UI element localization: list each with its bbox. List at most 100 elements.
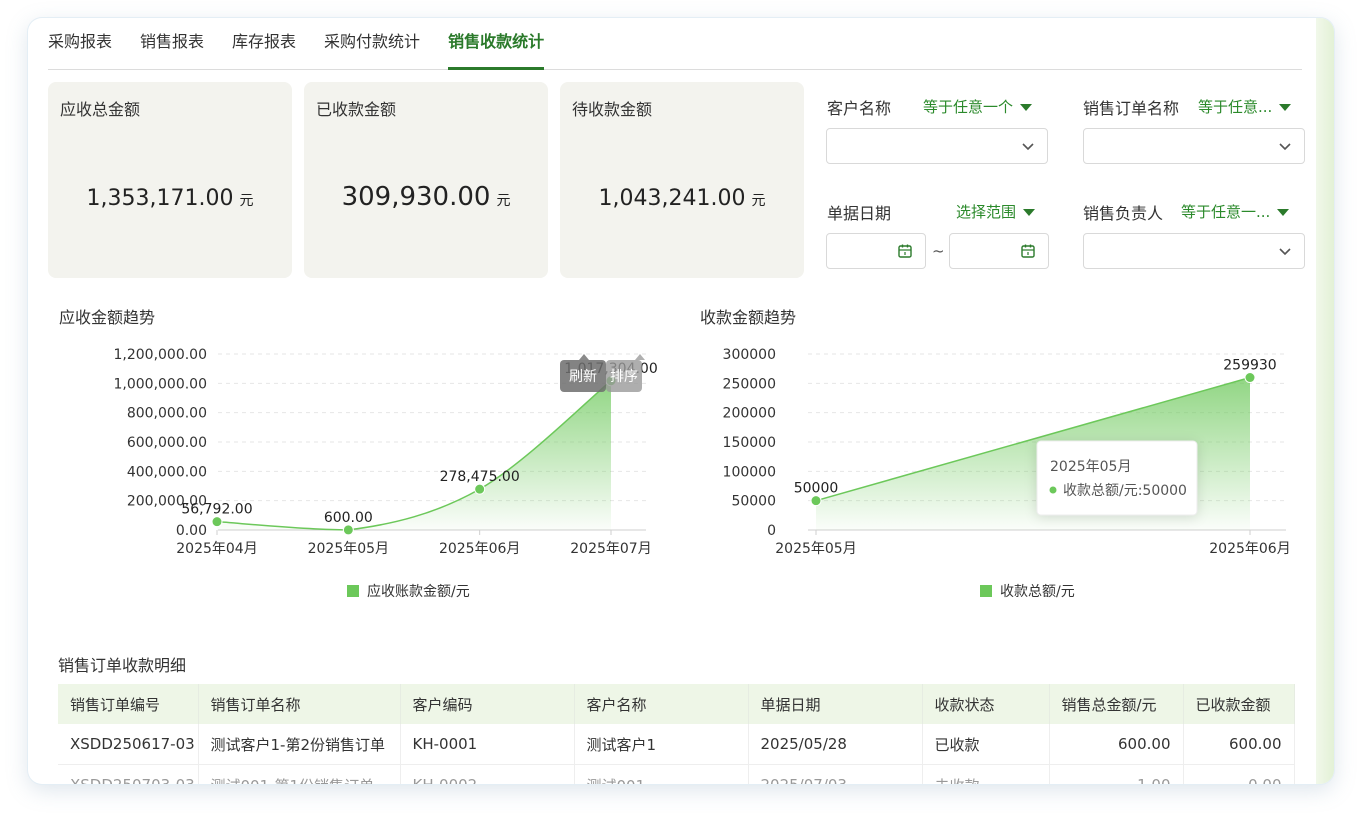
legend-swatch [347, 585, 359, 597]
data-label: 278,475.00 [440, 469, 520, 485]
data-point [342, 524, 354, 536]
x-tick-label: 2025年04月 [176, 541, 257, 557]
card-value: 309,930.00 元 [341, 182, 511, 212]
y-tick-label: 1,000,000.00 [113, 376, 207, 392]
filter-owner-operator[interactable]: 等于任意一... [1181, 201, 1290, 222]
column-header[interactable]: 客户编码 [400, 684, 575, 724]
card-title: 应收总金额 [60, 100, 141, 119]
cell-customer-name: 测试001 [574, 764, 749, 784]
tab-sales-collection-stats[interactable]: 销售收款统计 [448, 18, 545, 70]
tab-sales-report[interactable]: 销售报表 [140, 18, 204, 69]
caret-down-icon [1023, 209, 1036, 216]
card-received-amount: 已收款金额 309,930.00 元 [304, 82, 548, 278]
sort-button-label: 排序 [610, 369, 638, 385]
column-header[interactable]: 客户名称 [574, 684, 749, 724]
filter-owner-label: 销售负责人 [1083, 204, 1164, 223]
y-tick-label: 100000 [723, 464, 776, 480]
calendar-icon [898, 244, 912, 258]
card-total-receivable: 应收总金额 1,353,171.00 元 [48, 82, 292, 278]
cell-status: 已收款 [922, 724, 1050, 765]
card-pending-amount: 待收款金额 1,043,241.00 元 [560, 82, 804, 278]
y-tick-label: 400,000.00 [127, 464, 207, 480]
x-tick-label: 2025年06月 [1209, 541, 1290, 557]
card-unit: 元 [496, 193, 511, 209]
tab-purchase-report[interactable]: 采购报表 [48, 18, 112, 69]
collection-trend-chart: 0 50000 100000 150000 200000 250000 300000 2025… [723, 347, 1291, 600]
cell-customer-code: KH-0002 [400, 764, 575, 784]
cell-date: 2025/05/28 [748, 724, 923, 765]
x-tick-label: 2025年06月 [439, 541, 520, 557]
card-unit: 元 [751, 193, 766, 209]
y-tick-label: 1,200,000.00 [113, 347, 207, 363]
receivable-trend-title: 应收金额趋势 [59, 308, 156, 327]
legend-label: 收款总额/元 [1000, 584, 1075, 600]
card-title: 已收款金额 [316, 100, 397, 119]
column-header[interactable]: 销售订单名称 [198, 684, 401, 724]
y-tick-label: 0.00 [176, 523, 207, 539]
column-header[interactable]: 单据日期 [748, 684, 923, 724]
tab-purchase-payment-stats[interactable]: 采购付款统计 [324, 18, 420, 69]
cell-order-no: XSDD250617-03 [58, 724, 199, 765]
cell-customer-name: 测试客户1 [574, 724, 749, 765]
tab-inventory-report[interactable]: 库存报表 [232, 18, 296, 69]
data-label: 50000 [794, 481, 839, 497]
receivable-trend-chart: 0.00200,000.00400,000.00600,000.00800,00… [113, 347, 657, 600]
filter-customer-label: 客户名称 [827, 99, 892, 118]
calendar-icon [1021, 244, 1035, 258]
collection-detail-table: 销售订单编号 销售订单名称 客户编码 客户名称 单据日期 收款状态 销售总金额/… [58, 684, 1295, 784]
y-tick-label: 800,000.00 [127, 406, 207, 422]
cell-status: 未收款 [922, 764, 1050, 784]
customer-select[interactable] [826, 128, 1048, 164]
data-point [1244, 372, 1256, 384]
data-point [810, 495, 822, 507]
filter-customer-operator[interactable]: 等于任意一个 [923, 96, 1033, 117]
x-tick-label: 2025年07月 [570, 541, 651, 557]
owner-select[interactable] [1083, 233, 1305, 269]
caret-down-icon [1277, 209, 1290, 216]
cell-order-name: 测试客户1-第2份销售订单 [198, 724, 401, 765]
caret-down-icon [1020, 104, 1033, 111]
card-value: 1,043,241.00 元 [598, 186, 766, 211]
filter-order-name-operator[interactable]: 等于任意... [1198, 96, 1292, 117]
date-start-input[interactable] [826, 233, 926, 269]
chevron-down-icon [1279, 143, 1291, 151]
table-row[interactable]: XSDD250617-03 测试客户1-第2份销售订单 KH-0001 测试客户… [58, 724, 1295, 765]
data-point [211, 516, 223, 528]
chevron-down-icon [1279, 248, 1291, 256]
y-tick-label: 300000 [723, 347, 776, 363]
y-tick-label: 600,000.00 [127, 435, 207, 451]
report-tabs: 采购报表 销售报表 库存报表 采购付款统计 销售收款统计 [48, 18, 1302, 70]
x-tick-label: 2025年05月 [775, 541, 856, 557]
cell-received: 600.00 [1183, 724, 1295, 765]
card-unit: 元 [239, 193, 254, 209]
filter-date-operator[interactable]: 选择范围 [956, 201, 1036, 222]
window-scroll-edge [1316, 18, 1334, 784]
tooltip-title: 2025年05月 [1050, 459, 1131, 475]
column-header[interactable]: 收款状态 [922, 684, 1050, 724]
column-header[interactable]: 销售订单编号 [58, 684, 199, 724]
table-row[interactable]: XSDD250703-03 测试001-第1份销售订单 KH-0002 测试00… [58, 764, 1295, 784]
data-label: 600.00 [324, 510, 373, 526]
card-value: 1,353,171.00 元 [86, 186, 254, 211]
y-tick-label: 150000 [723, 435, 776, 451]
data-point [474, 483, 486, 495]
date-end-input[interactable] [949, 233, 1049, 269]
y-tick-label: 0 [767, 523, 776, 539]
cell-order-no: XSDD250703-03 [58, 764, 199, 784]
cell-total: 600.00 [1049, 724, 1184, 765]
tooltip-text: 收款总额/元:50000 [1063, 483, 1187, 499]
series-area [217, 380, 611, 530]
cell-order-name: 测试001-第1份销售订单 [198, 764, 401, 784]
card-title: 待收款金额 [572, 100, 653, 119]
filter-date-label: 单据日期 [827, 204, 892, 223]
column-header[interactable]: 已收款金额 [1183, 684, 1295, 724]
chevron-down-icon [1022, 143, 1034, 151]
column-header[interactable]: 销售总金额/元 [1049, 684, 1184, 724]
cell-customer-code: KH-0001 [400, 724, 575, 765]
legend-swatch [980, 585, 992, 597]
y-tick-label: 250000 [723, 376, 776, 392]
tooltip-marker [1049, 486, 1057, 494]
data-label: 56,792.00 [181, 502, 252, 518]
order-name-select[interactable] [1083, 128, 1305, 164]
y-tick-label: 200000 [723, 406, 776, 422]
